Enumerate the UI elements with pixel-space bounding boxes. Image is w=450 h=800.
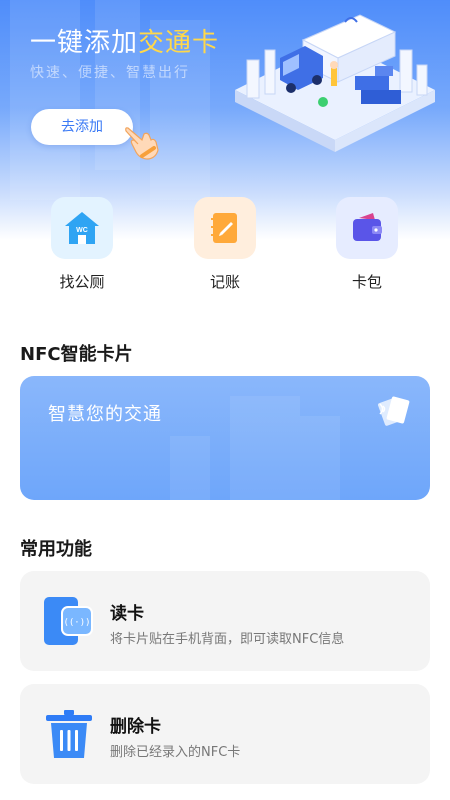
- hero-title: 一键添加交通卡: [30, 28, 220, 58]
- nfc-smart-card[interactable]: 智慧您的交通: [20, 376, 430, 500]
- wallet-icon: [353, 213, 382, 241]
- quick-action-label: 找公厕: [59, 273, 105, 291]
- read-card-desc: 将卡片贴在手机背面，即可读取NFC信息: [110, 632, 345, 647]
- quick-action-label: 卡包: [351, 273, 382, 291]
- wc-house-icon: WC: [65, 212, 99, 244]
- svg-text:WC: WC: [76, 227, 88, 234]
- quick-action-toilet[interactable]: WC 找公厕: [50, 197, 114, 292]
- hero-subtitle: 快速、便捷、智慧出行: [30, 65, 190, 81]
- delete-card-title: 删除卡: [110, 717, 161, 737]
- svg-text:((·)): ((·)): [63, 618, 90, 628]
- quick-action-wallet[interactable]: 卡包: [335, 197, 399, 292]
- nfc-card-text: 智慧您的交通: [48, 404, 162, 425]
- quick-action-accounting[interactable]: 记账: [193, 197, 257, 292]
- delivery-city-illustration: [235, 14, 435, 152]
- trash-icon: [46, 710, 92, 758]
- notebook-pen-icon: [211, 213, 237, 243]
- pointing-hand-icon: [125, 127, 159, 160]
- read-card-title: 读卡: [110, 604, 144, 624]
- common-section-title: 常用功能: [20, 539, 92, 560]
- delete-card-desc: 删除已经录入的NFC卡: [110, 745, 241, 760]
- quick-action-label: 记账: [209, 273, 240, 291]
- phone-nfc-icon: ((·)): [44, 597, 93, 645]
- add-card-button[interactable]: 去添加: [31, 109, 133, 145]
- nfc-section-title: NFC智能卡片: [20, 344, 133, 365]
- nfc-cards-icon: [378, 396, 410, 426]
- read-card-item[interactable]: ((·)) 读卡 将卡片贴在手机背面，即可读取NFC信息: [20, 571, 430, 671]
- delete-card-item[interactable]: 删除卡 删除已经录入的NFC卡: [20, 684, 430, 784]
